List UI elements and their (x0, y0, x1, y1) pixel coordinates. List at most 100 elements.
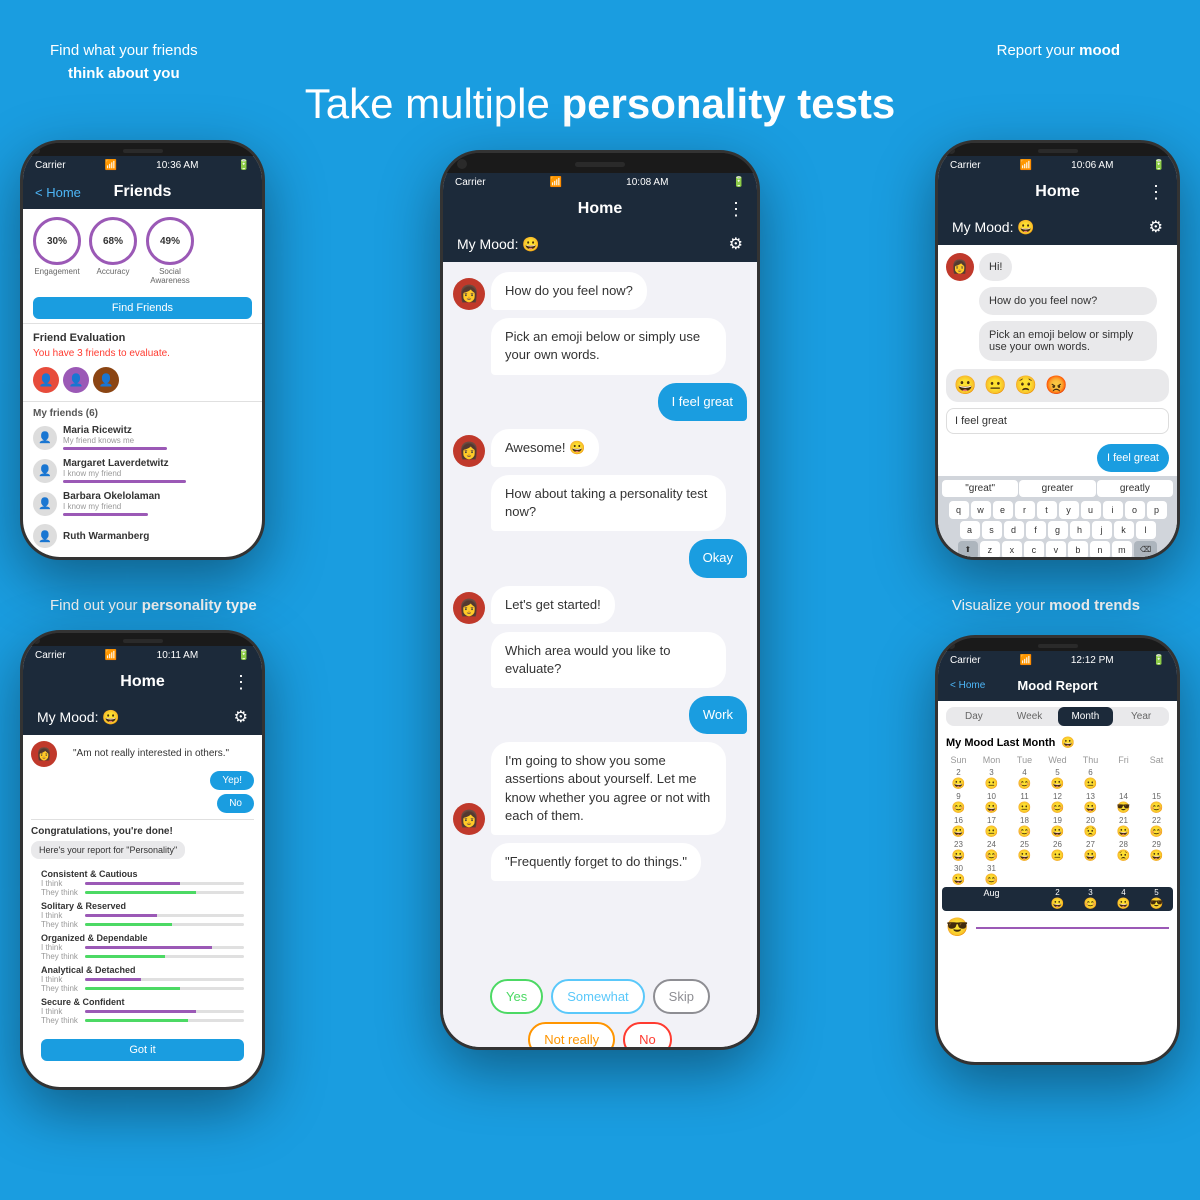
chat-row: 👩 How do you feel now? (453, 272, 747, 310)
no-button[interactable]: No (217, 794, 254, 813)
chat-bubble: How do you feel now? (491, 272, 647, 310)
find-friends-button[interactable]: Find Friends (33, 297, 252, 319)
status-bar: Carrier 📶 10:06 AM 🔋 (938, 156, 1177, 175)
nav-bar: < Home Friends (23, 175, 262, 209)
mood-bar: My Mood: 😀 ⚙ (443, 226, 757, 262)
evaluation-header: Friend Evaluation (23, 328, 262, 348)
not-really-button[interactable]: Not really (528, 1022, 615, 1050)
nav-bar: < Home Mood Report (938, 670, 1177, 701)
chat-bubble: Hi! (979, 253, 1012, 281)
calendar-header-row: Sun Mon Tue Wed Thu Fri Sat (942, 753, 1173, 767)
chat-bubble: "Am not really interested in others." (63, 741, 239, 767)
trend-line (976, 927, 1169, 929)
chat-bubble-sent: Okay (689, 539, 747, 577)
chat-row: 👩 Hi! (946, 253, 1169, 281)
feel-input[interactable]: I feel great (946, 408, 1169, 434)
earpiece (123, 639, 163, 643)
keyboard-row: asdfghjkl (942, 521, 1173, 539)
center-phone: Carrier 📶 10:08 AM 🔋 Home ⋮ My Mood: 😀 ⚙… (440, 150, 760, 1050)
friend-item: 👤 Barbara Okelolaman I know my friend (23, 487, 262, 520)
bot-avatar: 👩 (453, 278, 485, 310)
yes-button[interactable]: Yes (490, 979, 543, 1014)
chat-bubble: I'm going to show you some assertions ab… (491, 742, 726, 835)
chat-bubble: Which area would you like to evaluate? (491, 632, 726, 688)
mood-emoji: 😎 (946, 917, 968, 938)
settings-icon[interactable]: ⚙ (1149, 217, 1163, 237)
keyboard-row: ⬆ zxcvbnm ⌫ (942, 541, 1173, 559)
got-it-button[interactable]: Got it (41, 1039, 244, 1061)
keyboard: "great" greater greatly qwertyuiop asdfg… (938, 476, 1177, 560)
earpiece (1038, 149, 1078, 153)
stats-circles: 30% Engagement 68% Accuracy 49% Social A… (23, 209, 262, 293)
nav-bar: Home ⋮ (938, 175, 1177, 209)
stat-engagement: 30% Engagement (33, 217, 81, 285)
tab-week[interactable]: Week (1002, 707, 1058, 726)
nav-bar: Home ⋮ (443, 192, 757, 226)
calendar-header: My Mood Last Month 😀 (938, 732, 1177, 753)
menu-icon[interactable]: ⋮ (727, 199, 745, 220)
mood-trends-phone: Carrier 📶 12:12 PM 🔋 < Home Mood Report … (935, 635, 1180, 1065)
chat-bubble-sent: Work (689, 696, 747, 734)
calendar-week: 23😀 24😊 25😀 26😐 27😀 28😟 29😀 (942, 839, 1173, 863)
no-button[interactable]: No (623, 1022, 672, 1050)
earpiece (123, 149, 163, 153)
back-button[interactable]: < Home (35, 185, 81, 200)
skip-button[interactable]: Skip (653, 979, 710, 1014)
settings-icon[interactable]: ⚙ (729, 234, 743, 254)
personality-chat: 👩 "Am not really interested in others." … (23, 735, 262, 1073)
front-camera (457, 159, 467, 169)
bottom-left-label: Find out your personality type (50, 595, 257, 618)
congrats-text: Congratulations, you're done! (31, 826, 254, 837)
somewhat-button[interactable]: Somewhat (551, 979, 644, 1014)
mood-trend-row: 😎 (938, 911, 1177, 944)
chat-bubble: Pick an emoji below or simply use your o… (491, 318, 726, 374)
chat-bubble: Awesome! 😀 (491, 429, 599, 467)
result-item: Solitary & Reserved I think They think (41, 901, 244, 929)
menu-icon[interactable]: ⋮ (1147, 182, 1165, 203)
tab-year[interactable]: Year (1113, 707, 1169, 726)
top-right-label: Report your mood (997, 40, 1120, 63)
status-bar: Carrier 📶 12:12 PM 🔋 (938, 651, 1177, 670)
status-bar: Carrier 📶 10:08 AM 🔋 (443, 173, 757, 192)
tab-bar: Day Week Month Year (946, 707, 1169, 726)
result-section: Consistent & Cautious I think They think… (31, 865, 254, 1033)
friends-header: My friends (6) (23, 404, 262, 421)
tab-month[interactable]: Month (1058, 707, 1114, 726)
mood-chat-area: 👩 Hi! How do you feel now? Pick an emoji… (938, 245, 1177, 369)
bot-avatar: 👩 (31, 741, 57, 767)
bot-avatar: 👩 (946, 253, 974, 281)
calendar-week: 2😀 3😐 4😊 5😀 6😐 (942, 767, 1173, 791)
chat-row: 👩 Awesome! 😀 (453, 429, 747, 467)
calendar-week: 16😀 17😐 18😊 19😀 20😟 21😀 22😊 (942, 815, 1173, 839)
top-left-label: Find what your friends think about you (50, 40, 198, 85)
menu-icon[interactable]: ⋮ (232, 672, 250, 693)
result-item: Secure & Confident I think They think (41, 997, 244, 1025)
report-label: Here's your report for "Personality" (31, 841, 185, 859)
chat-bubble-sent: I feel great (658, 383, 747, 421)
chat-bubble: How about taking a personality test now? (491, 475, 726, 531)
chat-row: 👩 I'm going to show you some assertions … (453, 742, 747, 835)
chat-bubble: "Frequently forget to do things." (491, 843, 701, 881)
yep-button[interactable]: Yep! (210, 771, 254, 790)
front-camera (33, 147, 40, 154)
chat-row: 👩 Let's get started! (453, 586, 747, 624)
status-bar: Carrier 📶 10:36 AM 🔋 (23, 156, 262, 175)
evaluation-sub: You have 3 friends to evaluate. (23, 348, 262, 363)
chat-bubble: Let's get started! (491, 586, 615, 624)
back-button[interactable]: < Home (950, 680, 985, 691)
friend-item: 👤 Maria Ricewitz My friend knows me (23, 421, 262, 454)
earpiece (1038, 644, 1078, 648)
bot-avatar: 👩 (453, 435, 485, 467)
front-camera (948, 642, 955, 649)
chat-bubble: How do you feel now? (979, 287, 1157, 315)
settings-icon[interactable]: ⚙ (234, 707, 248, 727)
eval-avatars: 👤 👤 👤 (23, 363, 262, 399)
chat-row: 👩 "Am not really interested in others." (31, 741, 254, 767)
mood-bar: My Mood: 😀 ⚙ (23, 699, 262, 735)
keyboard-row: qwertyuiop (942, 501, 1173, 519)
mood-phone: Carrier 📶 10:06 AM 🔋 Home ⋮ My Mood: 😀 ⚙… (935, 140, 1180, 560)
friends-phone: Carrier 📶 10:36 AM 🔋 < Home Friends 30% … (20, 140, 265, 560)
earpiece (575, 162, 625, 167)
suggestions: "great" greater greatly (942, 480, 1173, 497)
tab-day[interactable]: Day (946, 707, 1002, 726)
